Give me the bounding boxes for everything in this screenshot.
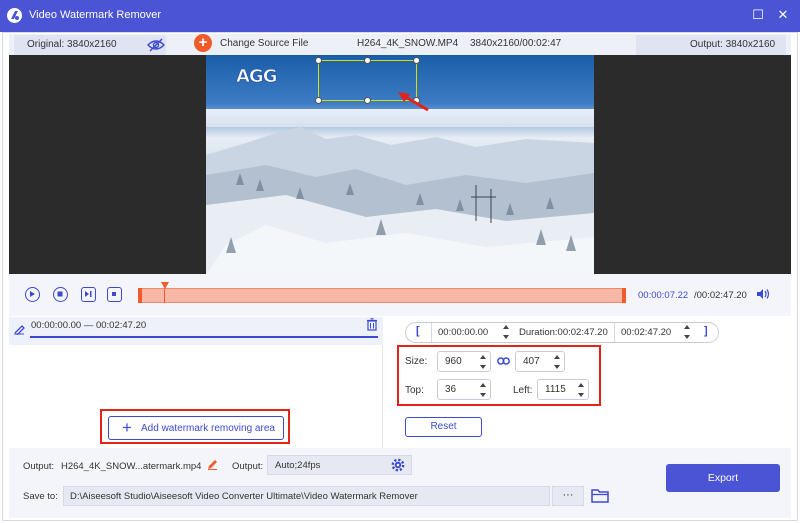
end-time-value: 00:02:47.20 [621, 327, 672, 338]
save-to-label: Save to: [23, 491, 58, 502]
output-format-label: Output: [232, 461, 264, 472]
open-folder-icon[interactable] [591, 488, 609, 503]
playhead-marker-icon[interactable] [161, 282, 169, 290]
output-resolution: Output: 3840x2160 [690, 39, 776, 50]
resize-handle-ne[interactable] [413, 57, 420, 64]
close-button[interactable]: ✕ [775, 7, 791, 23]
start-time-field[interactable]: 00:00:00.00 [431, 323, 513, 342]
playhead-line [164, 289, 165, 303]
width-value: 960 [445, 356, 462, 367]
left-spinner[interactable] [578, 383, 585, 397]
width-input[interactable]: 960 [437, 351, 491, 372]
output-format-value: Auto;24fps [275, 460, 321, 471]
set-start-button[interactable]: [ [416, 325, 420, 337]
height-spinner[interactable] [554, 355, 561, 369]
end-time-spinner[interactable] [684, 325, 691, 339]
change-source-plus-icon[interactable]: + [194, 34, 212, 52]
height-input[interactable]: 407 [515, 351, 565, 372]
eye-hide-icon[interactable] [147, 38, 165, 52]
add-area-label: Add watermark removing area [141, 423, 275, 434]
stop-button[interactable] [53, 287, 68, 302]
timeline-start-handle[interactable] [138, 288, 142, 303]
width-spinner[interactable] [480, 355, 487, 369]
timeline-range[interactable] [138, 288, 626, 303]
resize-handle-sw[interactable] [315, 97, 322, 104]
reset-button[interactable]: Reset [405, 417, 482, 437]
height-value: 407 [523, 356, 540, 367]
save-path-value: D:\Aiseesoft Studio\Aiseesoft Video Conv… [70, 491, 418, 502]
change-source-button[interactable]: Change Source File [220, 38, 308, 49]
left-input[interactable]: 1115 [537, 379, 589, 400]
start-time-spinner[interactable] [503, 325, 510, 339]
source-file-meta: 3840x2160/00:02:47 [470, 38, 562, 49]
current-time: 00:00:07.22 [638, 290, 689, 301]
volume-icon[interactable] [756, 288, 770, 300]
output-file-label: Output: [23, 461, 55, 472]
left-value: 1115 [545, 384, 566, 395]
title-bar: Video Watermark Remover ☐ ✕ [0, 0, 800, 32]
timeline-end-handle[interactable] [622, 288, 626, 303]
original-resolution: Original: 3840x2160 [27, 39, 117, 50]
duration-field: Duration:00:02:47.20 [513, 323, 613, 342]
window-title: Video Watermark Remover [29, 9, 162, 21]
browse-button[interactable]: ··· [552, 486, 584, 506]
eraser-icon [13, 323, 25, 336]
end-time-field[interactable]: 00:02:47.20 [614, 323, 694, 342]
watermark-logo-text: AGG [236, 66, 278, 88]
edit-name-icon[interactable] [207, 459, 218, 470]
resize-handle-n[interactable] [364, 57, 371, 64]
export-button[interactable]: Export [666, 464, 780, 492]
top-value: 36 [445, 384, 457, 395]
start-time-value: 00:00:00.00 [438, 327, 489, 338]
app-logo-icon [7, 8, 22, 23]
area-range-bar [30, 336, 378, 338]
plus-icon: + [122, 418, 132, 437]
source-file-name: H264_4K_SNOW.MP4 [357, 38, 459, 49]
top-spinner[interactable] [480, 383, 487, 397]
red-arrow-icon [396, 88, 430, 112]
left-label: Left: [513, 385, 533, 396]
total-time: /00:02:47.20 [694, 290, 747, 301]
output-file-name: H264_4K_SNOW...atermark.mp4 [61, 461, 202, 472]
top-input[interactable]: 36 [437, 379, 491, 400]
next-frame-button[interactable] [81, 287, 96, 302]
resize-handle-nw[interactable] [315, 57, 322, 64]
agg-watermark-logo: AGG [236, 66, 292, 92]
add-watermark-area-button[interactable]: + Add watermark removing area [108, 416, 284, 440]
resize-handle-s[interactable] [364, 97, 371, 104]
duration-value: Duration:00:02:47.20 [519, 327, 608, 338]
trash-icon[interactable] [366, 318, 378, 331]
fit-frame-button[interactable] [107, 287, 122, 302]
link-ratio-icon[interactable] [497, 356, 510, 366]
size-label: Size: [405, 356, 428, 367]
top-label: Top: [405, 385, 424, 396]
snowy-mountains [206, 127, 594, 274]
save-path-field[interactable]: D:\Aiseesoft Studio\Aiseesoft Video Conv… [63, 486, 550, 506]
gear-icon[interactable] [391, 458, 405, 472]
play-button[interactable] [25, 287, 40, 302]
area-time-range: 00:00:00.00 — 00:02:47.20 [31, 320, 147, 331]
maximize-button[interactable]: ☐ [750, 7, 766, 23]
set-end-button[interactable]: ] [704, 325, 708, 337]
